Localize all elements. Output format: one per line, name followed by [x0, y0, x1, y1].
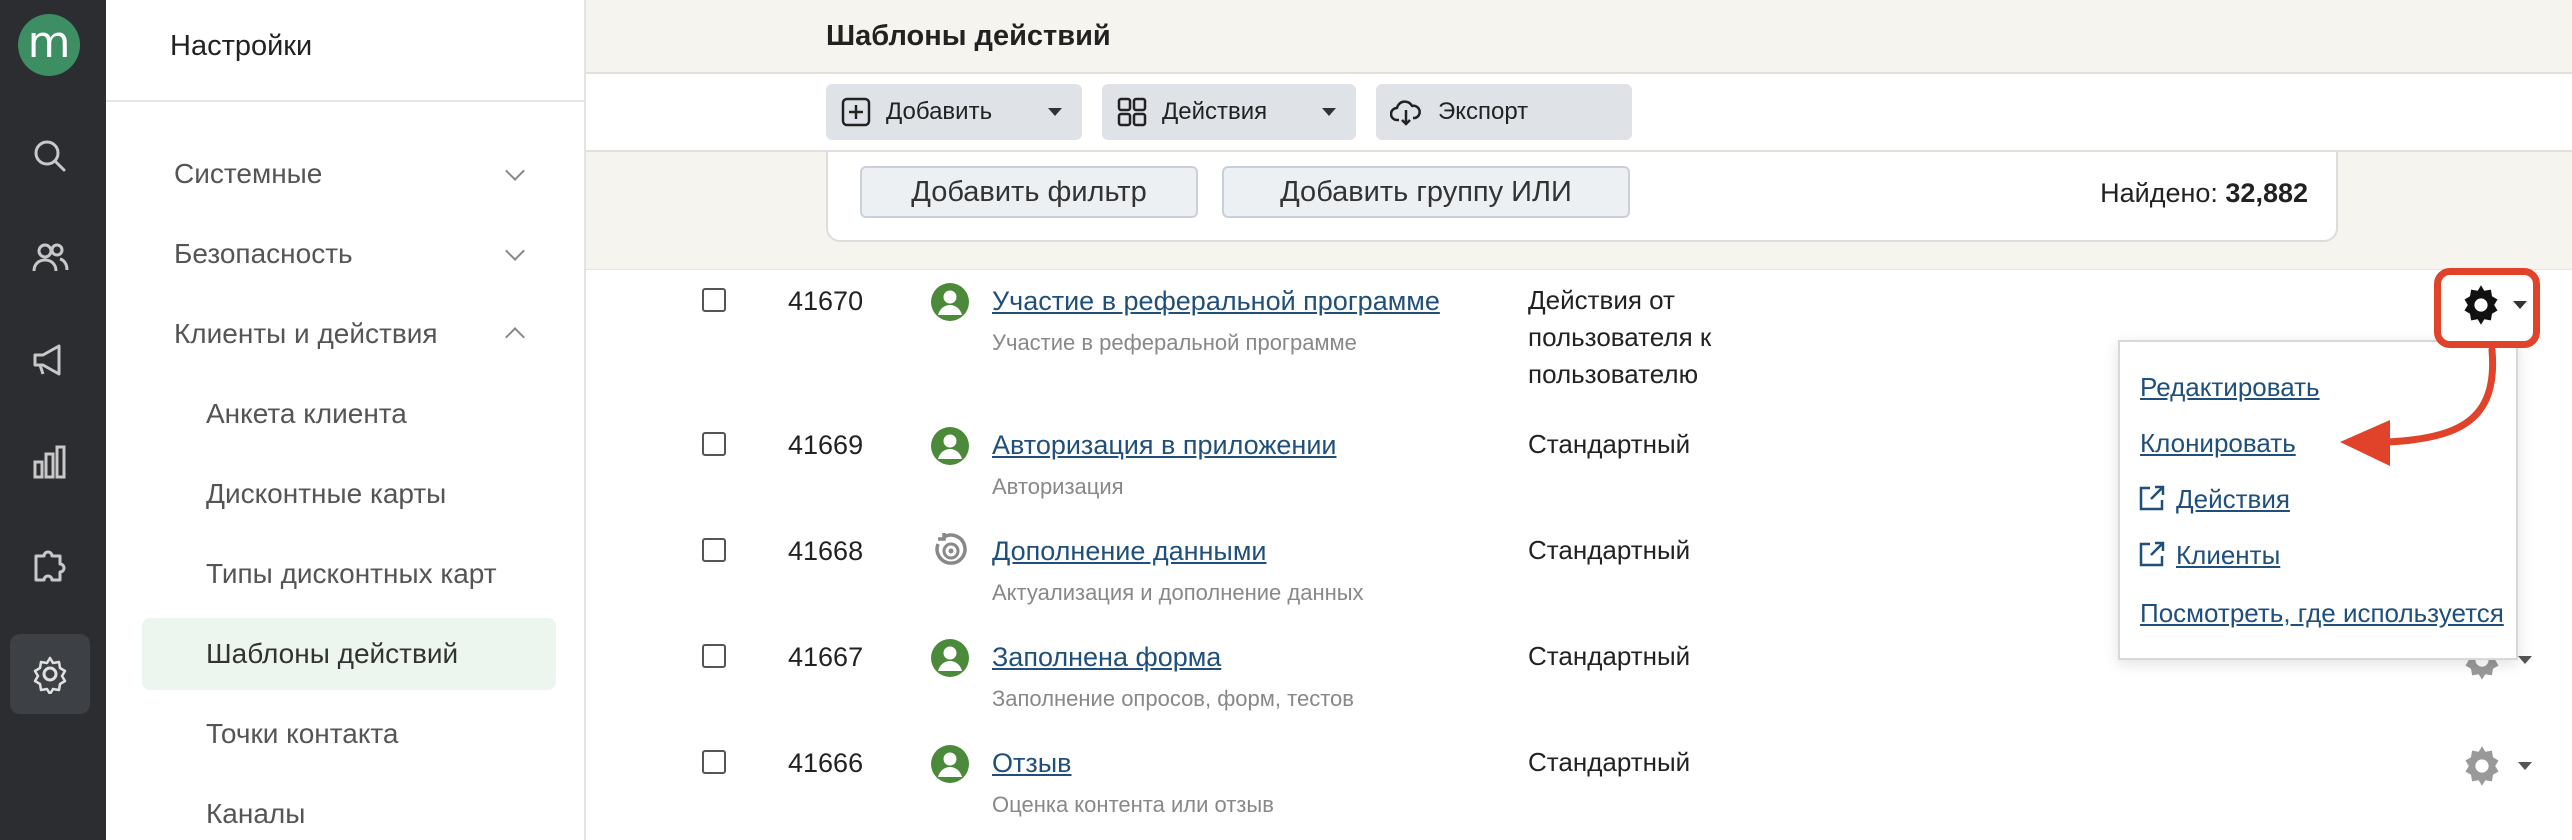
megaphone-icon — [33, 344, 61, 376]
caret-down-icon — [1322, 108, 1336, 116]
menu-item-usage[interactable]: Посмотреть, где используется — [2140, 598, 2504, 629]
rail-analytics[interactable] — [10, 422, 90, 502]
actions-button-label: Действия — [1162, 98, 1268, 125]
rail-search[interactable] — [10, 116, 90, 196]
plus-square-icon — [841, 97, 871, 127]
sidebar-item-touchpoints[interactable]: Точки контакта — [206, 718, 398, 750]
caret-down-icon — [2518, 656, 2532, 664]
row-description: Заполнение опросов, форм, тестов — [992, 686, 1354, 711]
row-description: Авторизация — [992, 474, 1124, 499]
row-name-link[interactable]: Дополнение данными — [992, 536, 1266, 567]
row-type-line: пользователю — [1528, 359, 1699, 389]
add-button[interactable]: Добавить — [826, 84, 1082, 140]
settings-sidebar: Настройки Системные Безопасность Клиенты… — [106, 0, 586, 840]
menu-item-edit[interactable]: Редактировать — [2140, 372, 2320, 403]
add-or-group-button[interactable]: Добавить группу ИЛИ — [1222, 166, 1630, 218]
sidebar-divider — [106, 100, 584, 102]
row-name-link[interactable]: Заполнена форма — [992, 642, 1221, 673]
user-circle-icon — [931, 427, 969, 465]
export-button[interactable]: Экспорт — [1376, 84, 1632, 140]
row-id: 41670 — [788, 286, 864, 316]
chevron-down-icon — [505, 241, 525, 261]
sidebar-item-discount-card-types[interactable]: Типы дисконтных карт — [206, 558, 497, 590]
logo-letter: m — [27, 17, 71, 68]
puzzle-icon — [34, 550, 66, 582]
users-icon — [32, 243, 69, 272]
sidebar-item-action-templates[interactable]: Шаблоны действий — [206, 638, 458, 670]
page-header: Шаблоны действий — [586, 0, 2572, 74]
row-checkbox[interactable] — [702, 432, 726, 456]
cloud-download-icon — [1390, 100, 1421, 126]
external-link-icon — [2139, 541, 2165, 567]
sidebar-section-system[interactable]: Системные — [174, 158, 322, 190]
search-icon — [34, 140, 66, 172]
row-type: Действия от пользователя к пользователю — [1528, 282, 1788, 393]
row-id: 41666 — [788, 748, 864, 778]
row-checkbox[interactable] — [702, 288, 726, 312]
filter-panel: Добавить фильтр Добавить группу ИЛИ Найд… — [826, 152, 2338, 242]
row-id: 41667 — [788, 642, 864, 672]
row-id: 41668 — [788, 536, 864, 566]
app-logo[interactable]: m — [18, 14, 80, 76]
menu-item-actions[interactable]: Действия — [2176, 484, 2290, 515]
sidebar-section-security[interactable]: Безопасность — [174, 238, 353, 270]
page-title: Шаблоны действий — [826, 20, 1111, 52]
sidebar-item-client-profile[interactable]: Анкета клиента — [206, 398, 407, 430]
row-checkbox[interactable] — [702, 750, 726, 774]
row-checkbox[interactable] — [702, 538, 726, 562]
found-value: 32,882 — [2225, 178, 2308, 208]
highlighted-gear-button[interactable] — [2434, 268, 2540, 348]
row-type: Стандартный — [1528, 429, 1691, 459]
sidebar-title: Настройки — [170, 30, 313, 62]
row-actions-menu: Редактировать Клонировать Действия Клиен… — [2118, 340, 2518, 660]
sidebar-item-channels[interactable]: Каналы — [206, 798, 305, 830]
rail-integrations[interactable] — [10, 524, 90, 604]
chevron-up-icon — [505, 327, 525, 347]
rail-users[interactable] — [10, 218, 90, 298]
sidebar-section-clients[interactable]: Клиенты и действия — [174, 318, 438, 350]
row-type: Стандартный — [1528, 641, 1691, 671]
row-type-line: пользователя к — [1528, 322, 1712, 352]
row-description: Оценка контента или отзыв — [992, 792, 1274, 817]
bar-chart-icon — [33, 445, 66, 479]
grid-icon — [1117, 97, 1147, 127]
menu-item-clone[interactable]: Клонировать — [2140, 428, 2296, 459]
found-count: Найдено: 32,882 — [2100, 178, 2308, 209]
user-circle-icon — [931, 639, 969, 677]
gear-icon — [33, 656, 67, 694]
row-description: Участие в реферальной программе — [992, 330, 1357, 355]
row-description: Актуализация и дополнение данных — [992, 580, 1364, 605]
row-gear-icon[interactable] — [2460, 744, 2504, 788]
refresh-target-icon — [935, 533, 967, 565]
chevron-down-icon — [505, 161, 525, 181]
user-circle-icon — [931, 283, 969, 321]
row-checkbox[interactable] — [702, 644, 726, 668]
caret-down-icon — [1048, 108, 1062, 116]
actions-button[interactable]: Действия — [1102, 84, 1356, 140]
export-button-label: Экспорт — [1438, 98, 1529, 125]
row-name-link[interactable]: Участие в реферальной программе — [992, 286, 1440, 317]
caret-down-icon — [2518, 762, 2532, 770]
found-label: Найдено: — [2100, 178, 2218, 208]
filter-area: Добавить фильтр Добавить группу ИЛИ Найд… — [586, 152, 2572, 270]
toolbar: Добавить Действия Экспорт — [586, 74, 2572, 152]
add-filter-button[interactable]: Добавить фильтр — [860, 166, 1198, 218]
row-type: Стандартный — [1528, 747, 1691, 777]
rail-campaigns[interactable] — [10, 320, 90, 400]
menu-item-clients[interactable]: Клиенты — [2176, 540, 2280, 571]
row-type-line: Действия от — [1528, 285, 1675, 315]
app-rail: m — [0, 0, 106, 840]
gear-icon — [2464, 285, 2498, 325]
sidebar-item-discount-cards[interactable]: Дисконтные карты — [206, 478, 446, 510]
row-id: 41669 — [788, 430, 864, 460]
row-name-link[interactable]: Отзыв — [992, 748, 1072, 779]
external-link-icon — [2139, 485, 2165, 511]
row-type: Стандартный — [1528, 535, 1691, 565]
rail-settings[interactable] — [10, 634, 90, 714]
add-button-label: Добавить — [886, 98, 993, 125]
user-circle-icon — [931, 745, 969, 783]
caret-down-icon — [2513, 301, 2527, 309]
row-name-link[interactable]: Авторизация в приложении — [992, 430, 1337, 461]
